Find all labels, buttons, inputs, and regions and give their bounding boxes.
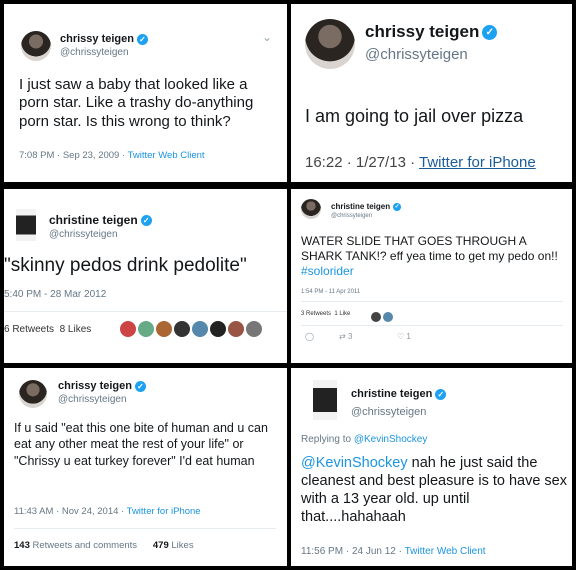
replying-to-link[interactable]: @KevinShockey — [354, 434, 428, 445]
reply-button[interactable]: ◯ — [305, 332, 314, 341]
avatar[interactable] — [301, 199, 321, 219]
tweet-card-2: chrissy teigen ✓ @chrissyteigen I am goin… — [291, 4, 572, 182]
liker-avatar[interactable] — [120, 320, 136, 337]
like-button[interactable]: ♡ 1 — [397, 332, 411, 341]
username[interactable]: @chrissyteigen — [58, 394, 127, 405]
liker-avatar[interactable] — [138, 320, 154, 337]
tweet-timestamp: 7:08 PM · Sep 23, 2009 · Twitter Web Cli… — [19, 150, 205, 161]
retweet-button[interactable]: ⇄ 3 — [339, 332, 352, 341]
like-count[interactable]: 479 Likes — [153, 540, 194, 551]
divider — [301, 325, 563, 326]
display-name[interactable]: christine teigen ✓ — [351, 388, 447, 400]
verified-icon: ✓ — [393, 202, 402, 211]
client-link[interactable]: Twitter for iPhone — [127, 506, 201, 517]
display-name[interactable]: chrissy teigen ✓ — [365, 22, 498, 42]
client-link[interactable]: Twitter Web Client — [405, 546, 486, 557]
retweet-count[interactable]: 143 Retweets and comments — [14, 540, 137, 551]
tweet-stats: 6 Retweets 8 Likes — [4, 324, 91, 335]
tweet-timestamp: 16:22 · 1/27/13 · Twitter for iPhone — [305, 154, 536, 171]
tweet-card-4: christine teigen ✓ @chrissyteigen WATER S… — [291, 189, 572, 363]
tweet-text: I am going to jail over pizza — [305, 106, 524, 126]
tweet-text: @KevinShockey nah he just said the clean… — [301, 455, 567, 526]
display-name[interactable]: chrissy teigen ✓ — [60, 33, 148, 45]
tweet-timestamp: 5:40 PM - 28 Mar 2012 — [4, 289, 107, 300]
tweet-text: If u said "eat this one bite of human an… — [14, 421, 268, 468]
display-name[interactable]: chrissy teigen ✓ — [58, 380, 146, 392]
liker-avatars — [120, 320, 264, 338]
chevron-down-icon[interactable]: ⌄ — [262, 30, 272, 44]
avatar[interactable] — [313, 380, 337, 420]
tweet-timestamp: 11:43 AM · Nov 24, 2014 · Twitter for iP… — [14, 506, 201, 517]
like-count[interactable]: 1 Like — [334, 311, 350, 317]
liker-avatar[interactable] — [174, 320, 190, 337]
client-link[interactable]: Twitter Web Client — [128, 150, 205, 161]
tweet-timestamp: 1:54 PM - 11 Apr 2011 — [301, 289, 361, 295]
retweet-count[interactable]: 6 Retweets — [4, 324, 54, 335]
username[interactable]: @chrissyteigen — [351, 406, 426, 418]
liker-avatar[interactable] — [383, 311, 393, 322]
tweet-card-1: chrissy teigen ✓ @chrissyteigen ⌄ I just … — [4, 4, 287, 182]
avatar[interactable] — [21, 31, 51, 61]
display-name[interactable]: christine teigen ✓ — [331, 202, 402, 211]
liker-avatars — [371, 308, 395, 326]
avatar[interactable] — [19, 380, 47, 408]
liker-avatar[interactable] — [371, 311, 381, 322]
avatar[interactable] — [16, 209, 36, 241]
username[interactable]: @chrissyteigen — [49, 229, 118, 240]
liker-avatar[interactable] — [210, 320, 226, 337]
tweet-stats: 143 Retweets and comments 479 Likes — [14, 540, 194, 551]
hashtag-link[interactable]: #solorider — [301, 264, 354, 278]
liker-avatar[interactable] — [228, 320, 244, 337]
liker-avatar[interactable] — [156, 320, 172, 337]
verified-icon: ✓ — [435, 388, 447, 400]
tweet-card-5: chrissy teigen ✓ @chrissyteigen If u said… — [4, 368, 287, 566]
verified-icon: ✓ — [482, 25, 498, 41]
tweet-card-6: christine teigen ✓ @chrissyteigen Replyin… — [291, 368, 572, 566]
tweet-text: I just saw a baby that looked like a por… — [19, 76, 254, 130]
like-count[interactable]: 8 Likes — [60, 324, 92, 335]
display-name[interactable]: christine teigen ✓ — [49, 213, 152, 227]
tweet-timestamp: 11:56 PM · 24 Jun 12 · Twitter Web Clien… — [301, 546, 486, 557]
username[interactable]: @chrissyteigen — [60, 47, 129, 58]
retweet-count[interactable]: 3 Retweets — [301, 311, 331, 317]
divider — [4, 311, 287, 312]
liker-avatar[interactable] — [192, 320, 208, 337]
mention-link[interactable]: @KevinShockey — [301, 455, 408, 471]
username[interactable]: @chrissyteigen — [365, 46, 468, 63]
tweet-text: "skinny pedos drink pedolite" — [4, 255, 247, 276]
divider — [301, 301, 563, 302]
verified-icon: ✓ — [136, 33, 148, 45]
verified-icon: ✓ — [134, 380, 146, 392]
divider — [14, 528, 276, 529]
tweet-text: WATER SLIDE THAT GOES THROUGH A SHARK TA… — [301, 234, 558, 278]
tweet-stats: 3 Retweets 1 Like — [301, 311, 350, 317]
verified-icon: ✓ — [140, 215, 152, 227]
username[interactable]: @chrissyteigen — [331, 213, 372, 219]
liker-avatar[interactable] — [246, 320, 262, 337]
avatar[interactable] — [305, 19, 355, 69]
tweet-card-3: christine teigen ✓ @chrissyteigen "skinny… — [4, 189, 287, 363]
client-link[interactable]: Twitter for iPhone — [419, 154, 536, 171]
replying-to: Replying to @KevinShockey — [301, 434, 428, 445]
